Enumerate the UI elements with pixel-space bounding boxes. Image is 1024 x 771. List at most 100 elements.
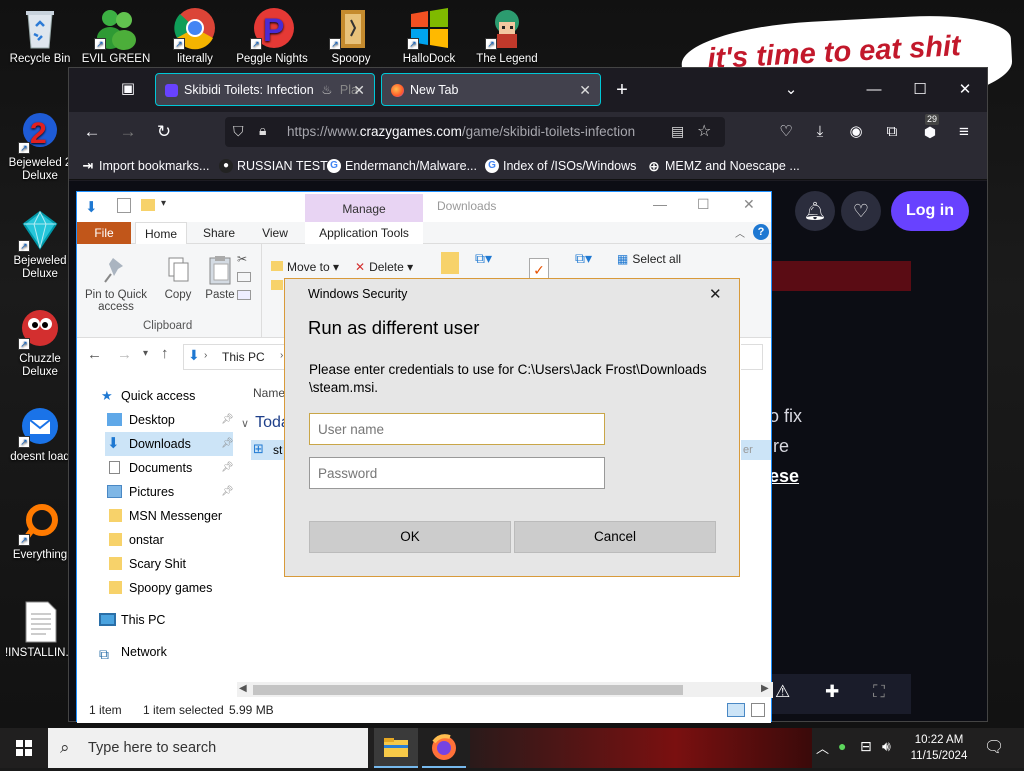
horizontal-scrollbar[interactable]: ◀ ▶ — [237, 682, 773, 698]
bookmark-isos[interactable]: G Index of /ISOs/Windows — [485, 152, 636, 180]
extensions-icon[interactable]: ⧉ — [879, 120, 905, 144]
nav-spoopy-games[interactable]: Spoopy games — [105, 576, 212, 600]
favorites-heart-icon[interactable]: ♡ — [841, 191, 881, 231]
tab-file[interactable]: File — [77, 222, 131, 244]
tab-new-tab[interactable]: New Tab ✕ — [381, 73, 601, 106]
minimize-icon[interactable]: — — [653, 196, 667, 212]
report-icon[interactable]: ⚠︎ — [775, 682, 790, 702]
desktop-icon-spoopy[interactable]: ↗ Spoopy — [311, 6, 391, 66]
nav-quick-access[interactable]: ★ Quick access — [101, 384, 195, 408]
pin-icon[interactable]: 📌︎ — [221, 456, 234, 480]
page-link[interactable]: ese — [769, 466, 799, 487]
manage-context-tab[interactable]: Manage — [305, 194, 423, 222]
login-button[interactable]: Log in — [891, 191, 969, 231]
properties-icon[interactable] — [117, 198, 131, 213]
forward-icon[interactable]: → — [117, 346, 132, 363]
bookmark-endermanch[interactable]: G Endermanch/Malware... — [327, 152, 477, 180]
menu-icon[interactable]: ≡ — [951, 120, 977, 144]
pin-icon[interactable]: 📌︎ — [221, 432, 234, 456]
nav-desktop[interactable]: Desktop 📌︎ — [105, 408, 234, 432]
nav-this-pc[interactable]: This PC — [97, 608, 165, 632]
tab-share[interactable]: Share — [193, 222, 245, 244]
details-view-icon[interactable] — [727, 703, 745, 717]
copy-to-icon[interactable] — [271, 280, 283, 290]
close-dialog-icon[interactable]: ✕ — [709, 285, 722, 303]
tab-skibidi[interactable]: Skibidi Toilets: Infection ♨ Pla ✕ — [155, 73, 375, 106]
volume-icon[interactable]: 🔊︎ — [882, 738, 891, 755]
close-window-icon[interactable]: ✕ — [950, 76, 980, 104]
password-field[interactable] — [309, 457, 605, 489]
network-tray-icon[interactable]: ⊟ — [860, 738, 872, 755]
open-icon[interactable]: ⧉▾ — [575, 250, 592, 267]
fullscreen-icon[interactable]: ⛶ — [873, 682, 885, 702]
new-tab-button[interactable]: + — [607, 76, 637, 104]
nav-network[interactable]: ⧉ Network — [97, 640, 167, 664]
shield-icon[interactable]: ⛉ — [233, 123, 244, 140]
large-icons-view-icon[interactable] — [751, 703, 765, 717]
pin-icon[interactable]: 📌︎ — [221, 480, 234, 504]
desktop-icon-evil-green[interactable]: ↗ EVIL GREEN — [76, 6, 156, 66]
close-tab-icon[interactable]: ✕ — [353, 74, 365, 105]
scrollbar-thumb[interactable] — [253, 685, 683, 695]
desktop-icon-literally[interactable]: ↗ literally — [155, 6, 235, 66]
ok-button[interactable]: OK — [309, 521, 511, 553]
downloads-icon[interactable]: ⤓ — [807, 120, 833, 144]
show-hidden-icons-icon[interactable]: ︿ — [816, 738, 829, 757]
notifications-bell-icon[interactable]: 🔔︎ — [795, 191, 835, 231]
breadcrumb-this-pc[interactable]: This PC — [222, 350, 265, 364]
nav-documents[interactable]: Documents 📌︎ — [105, 456, 234, 480]
pocket-icon[interactable]: ♡ — [773, 120, 799, 144]
up-icon[interactable]: ↑ — [161, 345, 169, 362]
address-bar[interactable]: ⬇ › This PC › — [183, 344, 293, 370]
nav-scary-shit[interactable]: Scary Shit — [105, 552, 186, 576]
desktop-icon-recycle-bin[interactable]: Recycle Bin — [0, 6, 80, 66]
reload-icon[interactable]: ↻ — [151, 120, 177, 144]
scroll-right-icon[interactable]: ▶ — [761, 683, 769, 694]
back-icon[interactable]: ← — [87, 346, 102, 363]
desktop-icon-peggle[interactable]: P ↗ Peggle Nights — [232, 6, 312, 66]
start-button[interactable] — [0, 728, 48, 768]
list-tabs-icon[interactable]: ⌄ — [776, 76, 806, 104]
scroll-left-icon[interactable]: ◀ — [239, 683, 247, 694]
group-today[interactable]: ∨ Toda — [241, 414, 290, 432]
cut-icon[interactable]: ✂ — [237, 252, 247, 266]
taskbar-search[interactable]: ⌕ Type here to search — [48, 728, 368, 768]
minimize-icon[interactable]: — — [859, 76, 889, 104]
tab-home[interactable]: Home — [135, 222, 187, 244]
ublock-icon[interactable]: ⬢ 29 — [917, 114, 943, 144]
help-icon[interactable]: ? — [753, 224, 769, 240]
bookmark-import[interactable]: ⇥ Import bookmarks... — [81, 152, 210, 180]
new-folder-big-icon[interactable] — [441, 252, 459, 274]
ribbon-collapse-icon[interactable]: ︿ — [735, 225, 745, 240]
bookmark-memz[interactable]: ⊕ MEMZ and Noescape ... — [647, 152, 800, 180]
close-tab-icon[interactable]: ✕ — [579, 74, 591, 105]
maximize-icon[interactable]: ☐ — [905, 76, 935, 104]
select-all-button[interactable]: ▦ Select all — [617, 252, 681, 266]
nav-pictures[interactable]: Pictures 📌︎ — [105, 480, 234, 504]
gamepad-icon[interactable]: ✚ — [825, 682, 839, 702]
pin-to-quick-access-button[interactable]: Pin to Quick access — [81, 254, 151, 313]
bookmark-star-icon[interactable]: ☆ — [697, 121, 711, 141]
nav-downloads[interactable]: ⬇ Downloads 📌︎ — [105, 432, 234, 456]
copy-path-icon[interactable] — [237, 272, 251, 282]
paste-shortcut-icon[interactable] — [237, 290, 251, 300]
tab-overview-icon[interactable]: ▣ — [115, 77, 141, 101]
notification-center-icon[interactable]: 🗨︎ — [984, 737, 1004, 757]
taskbar-clock[interactable]: 10:22 AM 11/15/2024 — [906, 732, 972, 764]
back-icon[interactable]: ← — [79, 120, 105, 144]
lock-icon[interactable]: 🔒︎ — [259, 122, 266, 139]
recent-locations-icon[interactable]: ▾ — [143, 348, 148, 359]
username-field[interactable] — [309, 413, 605, 445]
move-to-button[interactable]: Move to ▾ — [271, 260, 339, 274]
new-folder-icon[interactable] — [141, 199, 155, 211]
tab-view[interactable]: View — [249, 222, 301, 244]
msn-tray-icon[interactable]: ● — [838, 738, 846, 754]
qat-dropdown-icon[interactable]: ▾ — [161, 198, 166, 209]
taskbar-firefox[interactable] — [422, 728, 466, 768]
bookmark-russian-test[interactable]: ● RUSSIAN TEST — [219, 152, 328, 180]
url-bar[interactable]: ⛉ 🔒︎ https://www.crazygames.com/game/ski… — [225, 117, 725, 147]
desktop-icon-hallodock[interactable]: ↗ HalloDock — [389, 6, 469, 66]
tab-application-tools[interactable]: Application Tools — [305, 222, 423, 244]
cancel-button[interactable]: Cancel — [514, 521, 716, 553]
file-row-selected[interactable]: ⊞ — [251, 440, 273, 460]
